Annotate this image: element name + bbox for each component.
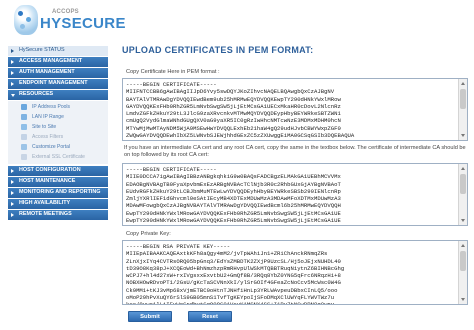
sidebar-subitem-site-to-site[interactable]: Site to Site (8, 122, 108, 132)
page-title: UPLOAD CERTIFICATES IN PEM FORMAT: (122, 45, 314, 55)
sidebar-subitem-lan-ip-range[interactable]: LAN IP Range (8, 112, 108, 122)
sidebar-menu: HySecure STATUS ACCESS MANAGEMENT AUTH M… (8, 46, 108, 222)
sidebar-subitem-ip-address-pools[interactable]: IP Address Pools (8, 102, 108, 112)
scroll-down-icon[interactable] (461, 298, 465, 301)
chevron-right-icon (11, 191, 14, 196)
sidebar-item-label: ACCESS MANAGEMENT (19, 58, 83, 65)
sidebar-item-resources[interactable]: RESOURCES (8, 90, 108, 100)
sidebar-item-high-availability[interactable]: HIGH AVAILABILITY (8, 199, 108, 209)
chain-label: If you have an intermediate CA cert and … (124, 145, 466, 159)
scroll-up-icon[interactable] (461, 244, 465, 247)
sidebar-subitem-label: LAN IP Range (32, 114, 64, 121)
chain-scrollbar[interactable] (458, 164, 467, 225)
filter-icon (21, 134, 27, 141)
scroll-thumb[interactable] (460, 251, 466, 271)
resources-submenu: IP Address Pools LAN IP Range Site to Si… (8, 101, 108, 165)
sidebar-item-label: HOST CONFIGURATION (19, 167, 81, 174)
sidebar-item-host-configuration[interactable]: HOST CONFIGURATION (8, 166, 108, 176)
sidebar-subitem-access-filters[interactable]: Access Filters (8, 132, 108, 142)
private-key-box (122, 240, 468, 305)
sidebar-item-endpoint-management[interactable]: ENDPOINT MANAGEMENT (8, 79, 108, 89)
lan-icon (21, 114, 27, 121)
private-key-label: Copy Private Key: (126, 231, 171, 237)
submit-button[interactable]: Submit (128, 311, 172, 322)
private-key-textarea[interactable] (123, 241, 459, 304)
certificate-icon (21, 154, 27, 161)
scroll-up-icon[interactable] (461, 82, 465, 85)
scroll-down-icon[interactable] (461, 219, 465, 222)
chevron-down-icon (11, 94, 15, 98)
sidebar-item-hysecure-status[interactable]: HySecure STATUS (8, 46, 108, 56)
network-icon (21, 104, 27, 111)
sidebar-subitem-label: Access Filters (32, 134, 64, 141)
sidebar-subitem-customize-portal[interactable]: Customize Portal (8, 142, 108, 152)
chevron-right-icon (11, 169, 14, 174)
chevron-right-icon (11, 49, 14, 53)
sidebar-subitem-label: Site to Site (32, 124, 57, 131)
sidebar-subitem-label: External SSL Certificate (32, 154, 85, 161)
sidebar-item-access-management[interactable]: ACCESS MANAGEMENT (8, 57, 108, 67)
sidebar-item-remote-meetings[interactable]: REMOTE MEETINGS (8, 210, 108, 220)
sidebar-item-label: REMOTE MEETINGS (19, 211, 72, 218)
scroll-thumb[interactable] (460, 174, 466, 194)
logo-mark-icon (14, 5, 38, 35)
certificate-scrollbar[interactable] (458, 79, 467, 140)
brand-logo: ACCOPS HYSECURE (14, 4, 125, 44)
scroll-thumb[interactable] (460, 89, 466, 109)
chevron-right-icon (11, 60, 14, 65)
chevron-right-icon (11, 71, 14, 76)
sidebar-item-host-maintenance[interactable]: HOST MAINTENANCE (8, 177, 108, 187)
reset-button[interactable]: Reset (188, 311, 232, 322)
private-key-scrollbar[interactable] (458, 241, 467, 304)
sidebar-item-label: HIGH AVAILABILITY (19, 200, 71, 207)
chevron-right-icon (11, 202, 14, 207)
sidebar-item-label: HySecure STATUS (19, 47, 65, 53)
chevron-right-icon (11, 213, 14, 218)
chain-box (122, 163, 468, 226)
certificate-box (122, 78, 468, 141)
certificate-textarea[interactable] (123, 79, 459, 140)
sidebar-item-label: MONITORING AND REPORTING (19, 189, 101, 196)
certificate-label: Copy Certificate Here in PEM format : (126, 69, 220, 75)
brand-product: HYSECURE (40, 15, 126, 32)
sidebar-item-monitoring-and-reporting[interactable]: MONITORING AND REPORTING (8, 188, 108, 198)
site-icon (21, 124, 27, 131)
sidebar-item-auth-management[interactable]: AUTH MANAGEMENT (8, 68, 108, 78)
sidebar: ACCOPS HYSECURE HySecure STATUS ACCESS M… (0, 0, 125, 330)
scroll-up-icon[interactable] (461, 167, 465, 170)
scroll-down-icon[interactable] (461, 134, 465, 137)
portal-icon (21, 144, 27, 151)
sidebar-item-label: HOST MAINTENANCE (19, 178, 76, 185)
chevron-right-icon (11, 180, 14, 185)
sidebar-subitem-external-ssl-certificate[interactable]: External SSL Certificate (8, 152, 108, 162)
sidebar-item-label: ENDPOINT MANAGEMENT (19, 80, 88, 87)
sidebar-subitem-label: Customize Portal (32, 144, 71, 151)
chevron-right-icon (11, 82, 14, 87)
sidebar-item-label: RESOURCES (19, 91, 54, 98)
sidebar-item-label: AUTH MANAGEMENT (19, 69, 75, 76)
main-content: UPLOAD CERTIFICATES IN PEM FORMAT: Copy … (114, 0, 474, 330)
sidebar-subitem-label: IP Address Pools (32, 104, 70, 111)
chain-textarea[interactable] (123, 164, 459, 225)
